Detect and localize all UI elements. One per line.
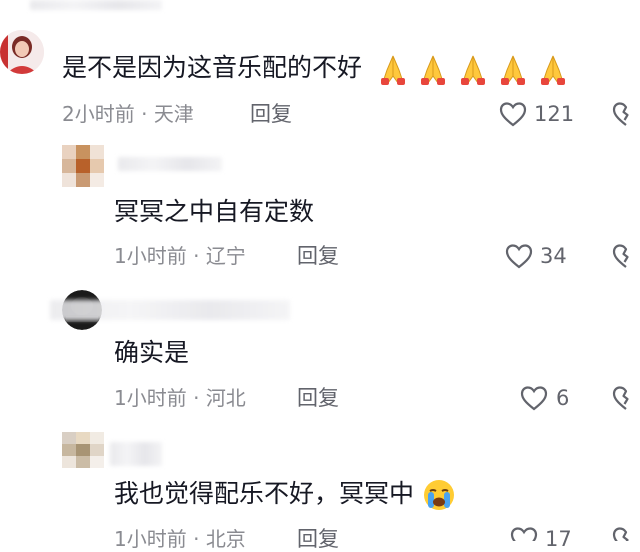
username-blurred[interactable] (50, 300, 290, 320)
heart-icon[interactable] (499, 101, 527, 127)
avatar-pixelated-icon (62, 145, 104, 187)
folded-hands-emoji (460, 55, 485, 85)
heart-icon[interactable] (505, 243, 533, 269)
comment-time: 2小时前 (62, 102, 135, 126)
comment-location: 北京 (205, 527, 246, 551)
like-count: 34 (540, 244, 567, 268)
username-blurred[interactable] (30, 0, 162, 10)
comment-text: 是不是因为这音乐配的不好 (62, 52, 570, 86)
reply-button[interactable]: 回复 (250, 101, 292, 127)
comment-meta: 2小时前 · 天津 (62, 101, 194, 127)
username-blurred[interactable] (110, 442, 162, 466)
comment-meta: 1小时前 · 河北 (114, 385, 246, 411)
reply-button[interactable]: 回复 (297, 385, 339, 411)
meta-separator: · (193, 386, 200, 410)
heart-icon[interactable] (520, 385, 548, 411)
heart-icon[interactable] (510, 526, 538, 541)
avatar[interactable] (62, 145, 104, 187)
folded-hands-emoji (540, 55, 565, 85)
reply-button[interactable]: 回复 (297, 243, 339, 269)
like-count: 6 (556, 386, 570, 410)
comment-text-content: 是不是因为这音乐配的不好 (62, 53, 363, 82)
comment-location: 河北 (205, 386, 246, 410)
comment-text: 冥冥之中自有定数 (114, 197, 315, 226)
meta-separator: · (193, 527, 200, 551)
avatar-pixelated-icon (62, 432, 104, 468)
like-count: 121 (534, 102, 575, 126)
comment-time: 1小时前 (114, 244, 187, 268)
avatar[interactable] (0, 30, 44, 74)
folded-hands-emoji (420, 55, 445, 85)
comment-text-content: 我也觉得配乐不好，冥冥中 (114, 479, 415, 508)
comment-location: 辽宁 (205, 244, 246, 268)
comment-meta: 1小时前 · 辽宁 (114, 243, 246, 269)
like-count: 17 (545, 527, 572, 551)
comment-time: 1小时前 (114, 527, 187, 551)
comment-text: 确实是 (114, 338, 190, 367)
folded-hands-emoji (380, 55, 405, 85)
reply-button[interactable]: 回复 (297, 526, 339, 552)
loudly-crying-face-emoji (423, 480, 454, 510)
meta-separator: · (141, 102, 148, 126)
meta-separator: · (193, 244, 200, 268)
folded-hands-emoji (500, 55, 525, 85)
broken-heart-icon[interactable] (611, 101, 640, 127)
username-blurred[interactable] (118, 157, 222, 171)
broken-heart-icon[interactable] (611, 526, 640, 541)
comment-meta: 1小时前 · 北京 (114, 526, 246, 552)
comment-time: 1小时前 (114, 386, 187, 410)
folded-hands-emoji-group (370, 53, 570, 85)
avatar[interactable] (62, 432, 104, 468)
avatar-photo-icon (0, 30, 44, 74)
broken-heart-icon[interactable] (611, 385, 640, 411)
comment-text: 我也觉得配乐不好，冥冥中 (114, 478, 456, 512)
broken-heart-icon[interactable] (611, 243, 640, 269)
comment-location: 天津 (153, 102, 194, 126)
